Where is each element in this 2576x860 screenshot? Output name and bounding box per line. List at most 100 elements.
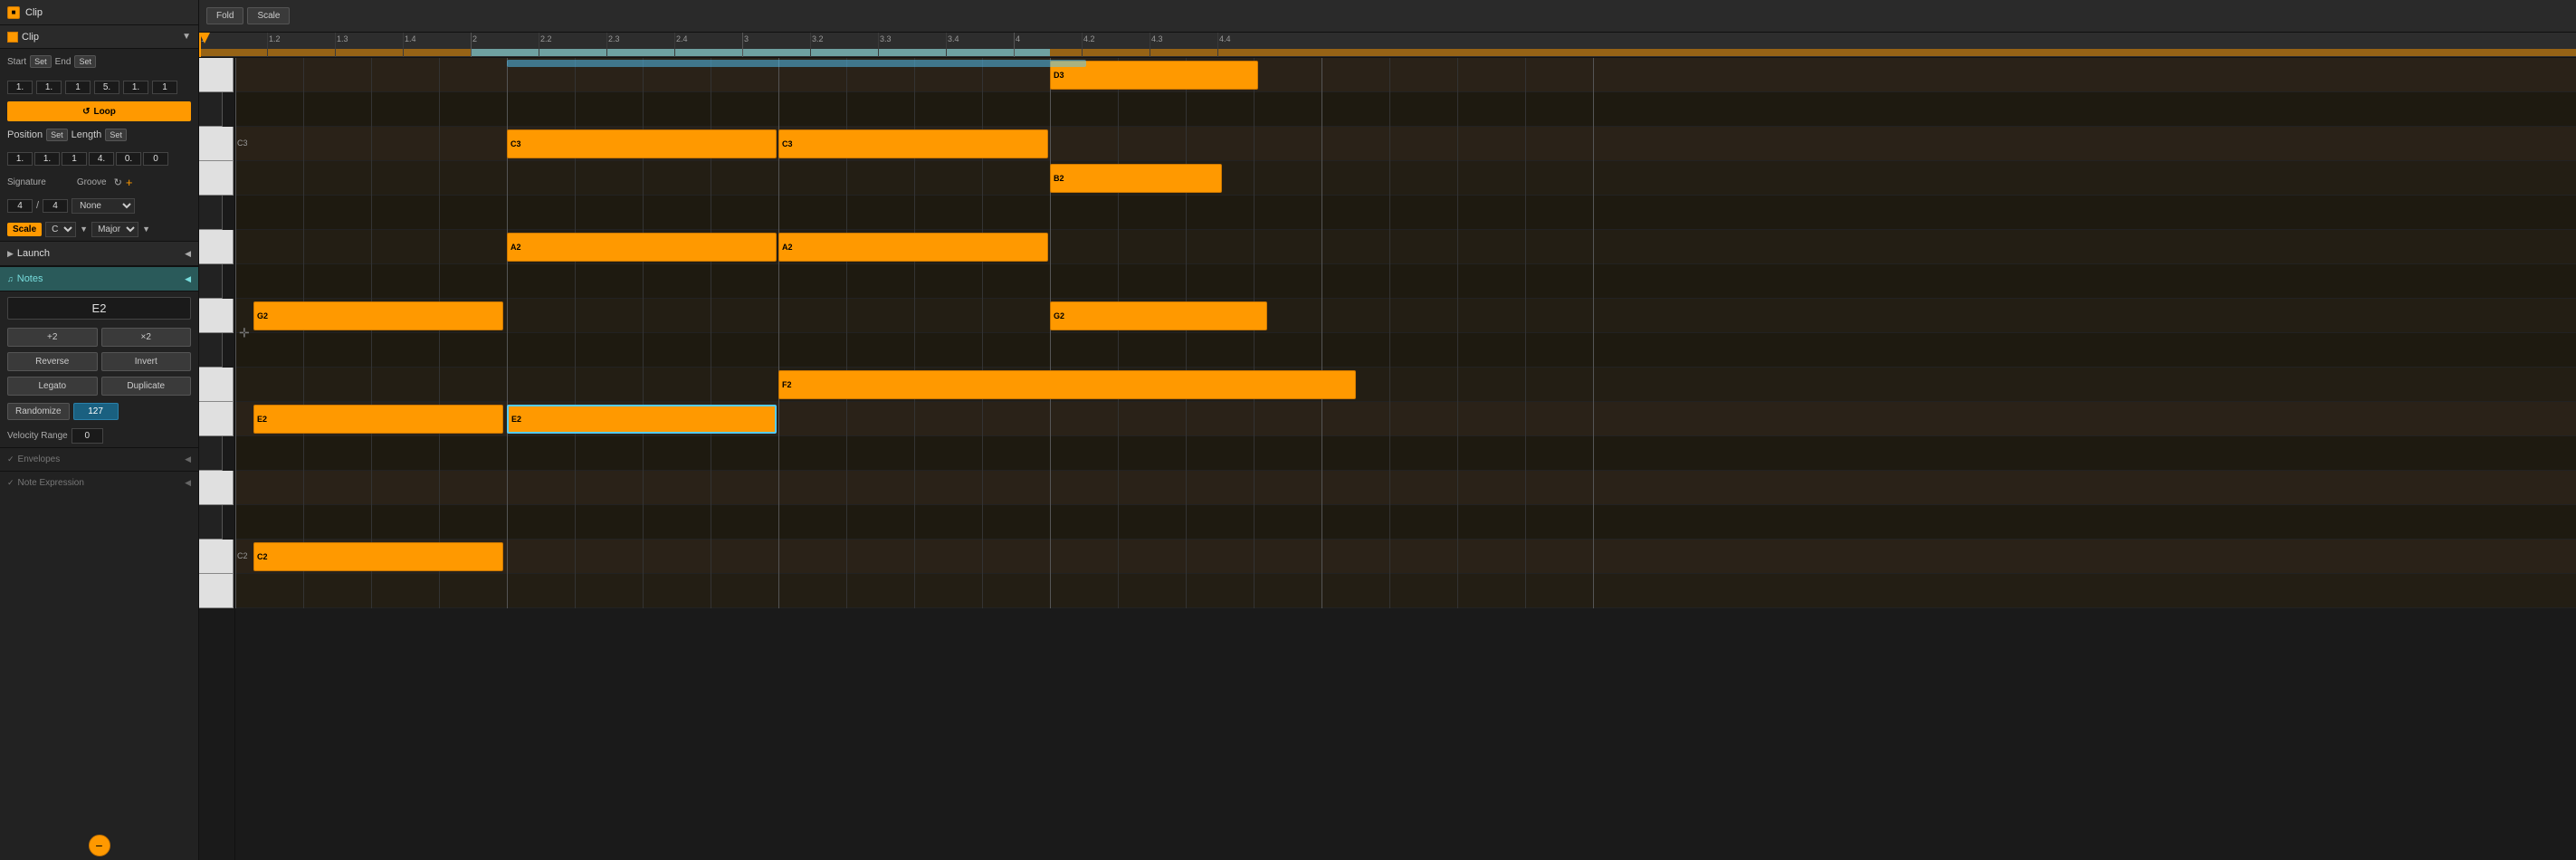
start-val3[interactable] (65, 81, 91, 94)
legato-duplicate-row: Legato Duplicate (0, 374, 198, 398)
note-expression-row[interactable]: ✓ Note Expression ◀ (0, 471, 198, 494)
note-block-2[interactable]: C2 (253, 542, 503, 571)
piano-key-D2[interactable] (199, 471, 234, 505)
envelopes-row[interactable]: ✓ Envelopes ◀ (0, 447, 198, 471)
sig-groove-row: Signature Groove ↻ + (0, 170, 198, 194)
note-block-6[interactable]: C3 (778, 129, 1048, 158)
notes-arrow: ◀ (185, 274, 191, 284)
start-set-button[interactable]: Set (30, 55, 52, 68)
piano-key-F2[interactable] (199, 368, 234, 402)
signature-label: Signature (7, 177, 46, 187)
transpose-row: +2 ×2 (0, 325, 198, 349)
note-block-7[interactable]: A2 (778, 233, 1048, 262)
len-val3[interactable] (143, 152, 168, 166)
launch-arrow: ◀ (185, 249, 191, 259)
start-val2[interactable] (36, 81, 62, 94)
note-block-4[interactable]: A2 (507, 233, 777, 262)
end-set-button[interactable]: Set (74, 55, 96, 68)
piano-key-C3[interactable] (199, 127, 234, 161)
top-toolbar: Fold Scale (199, 0, 2576, 33)
ruler-mark-14: 4.3 (1150, 34, 1163, 43)
note-block-0[interactable]: G2 (253, 301, 503, 330)
launch-section-header[interactable]: ▶ Launch ◀ (0, 241, 198, 266)
mode-dropdown[interactable]: Major (91, 222, 138, 237)
bottom-minus-button[interactable]: − (89, 835, 110, 856)
piano-key-Eb2[interactable] (199, 436, 223, 471)
piano-key-A2[interactable] (199, 230, 234, 264)
start-val1[interactable] (7, 81, 33, 94)
piano-key-C2[interactable] (199, 540, 234, 574)
groove-dropdown[interactable]: None (72, 198, 135, 214)
duplicate-button[interactable]: Duplicate (101, 377, 192, 396)
end-val3[interactable] (152, 81, 177, 94)
ruler-mark-6: 2.3 (606, 34, 620, 43)
piano-key-E2[interactable] (199, 402, 234, 436)
loop-button[interactable]: ↺ Loop (7, 101, 191, 121)
piano-key-B2[interactable] (199, 161, 234, 196)
velocity-range-input[interactable] (72, 428, 103, 444)
length-set-button[interactable]: Set (105, 129, 127, 141)
legato-button[interactable]: Legato (7, 377, 98, 396)
clip-selector-arrow: ▼ (182, 32, 191, 42)
ruler-marks-container: 11.21.31.422.22.32.433.23.33.444.24.34.4 (199, 33, 2576, 57)
timeline-ruler[interactable]: 11.21.31.422.22.32.433.23.33.444.24.34.4 (199, 33, 2576, 58)
grid-area[interactable]: ✛ G2E2C2C3A2E2C3A2F2D3B2G2 C3 C2 (235, 58, 2576, 608)
end-val1[interactable] (94, 81, 119, 94)
cursor-icon: ✛ (239, 326, 250, 341)
left-panel: ■ Clip Clip ▼ Start Set End Set ↺ Loop P… (0, 0, 199, 860)
start-end-values-row (0, 74, 198, 100)
ruler-mark-9: 3.2 (810, 34, 824, 43)
key-dropdown[interactable]: C (45, 222, 76, 237)
piano-key-F#2[interactable] (199, 333, 223, 368)
piano-key-C#2[interactable] (199, 505, 223, 540)
piano-key-G2[interactable] (199, 299, 234, 333)
note-blocks[interactable]: G2E2C2C3A2E2C3A2F2D3B2G2 (235, 58, 2576, 608)
clip-selector[interactable]: Clip ▼ (0, 25, 198, 49)
length-label: Length (72, 129, 102, 140)
sig-slash: / (36, 200, 39, 211)
pos-val3[interactable] (62, 152, 87, 166)
note-expression-arrow: ◀ (185, 478, 191, 488)
note-block-5[interactable]: E2 (507, 405, 777, 434)
piano-key-C#3[interactable] (199, 92, 223, 127)
piano-key-B1[interactable] (199, 574, 234, 608)
notes-section-header[interactable]: ♫ Notes ◀ (0, 266, 198, 291)
playhead-arrow (199, 33, 210, 43)
sig-numerator[interactable] (7, 199, 33, 213)
piano-key-Bb2[interactable] (199, 196, 223, 230)
pos-val2[interactable] (34, 152, 60, 166)
randomize-button[interactable]: Randomize (7, 403, 70, 420)
note-block-11[interactable]: G2 (1050, 301, 1267, 330)
launch-icon: ▶ (7, 249, 14, 259)
len-val2[interactable] (116, 152, 141, 166)
fold-button[interactable]: Fold (206, 7, 243, 24)
pos-val1[interactable] (7, 152, 33, 166)
groove-refresh-icon[interactable]: ↻ (114, 177, 122, 188)
groove-add-icon[interactable]: + (126, 176, 133, 189)
note-block-1[interactable]: E2 (253, 405, 503, 434)
envelopes-label: Envelopes (18, 454, 61, 464)
reverse-button[interactable]: Reverse (7, 352, 98, 371)
end-val2[interactable] (123, 81, 148, 94)
note-display: E2 (7, 297, 191, 320)
piano-key-D3[interactable] (199, 58, 234, 92)
position-set-button[interactable]: Set (46, 129, 68, 141)
scale-toolbar-button[interactable]: Scale (247, 7, 290, 24)
main-area: Fold Scale 11.21.31.422.22.32.433.23.33.… (199, 0, 2576, 860)
transpose-up-button[interactable]: +2 (7, 328, 98, 347)
sig-denominator[interactable] (43, 199, 68, 213)
c3-label: C3 (237, 139, 248, 148)
note-block-10[interactable]: B2 (1050, 164, 1222, 193)
clip-square-icon (7, 32, 18, 43)
invert-button[interactable]: Invert (101, 352, 192, 371)
pos-len-row: Position Set Length Set (0, 123, 198, 147)
note-block-3[interactable]: C3 (507, 129, 777, 158)
note-block-8[interactable]: F2 (778, 370, 1356, 399)
panel-title: Clip (25, 7, 43, 18)
panel-title-bar: ■ Clip (0, 0, 198, 25)
transpose-down-button[interactable]: ×2 (101, 328, 192, 347)
len-val1[interactable] (89, 152, 114, 166)
notes-icon: ♫ (7, 274, 14, 283)
piano-key-Ab2[interactable] (199, 264, 223, 299)
scale-button[interactable]: Scale (7, 223, 42, 236)
